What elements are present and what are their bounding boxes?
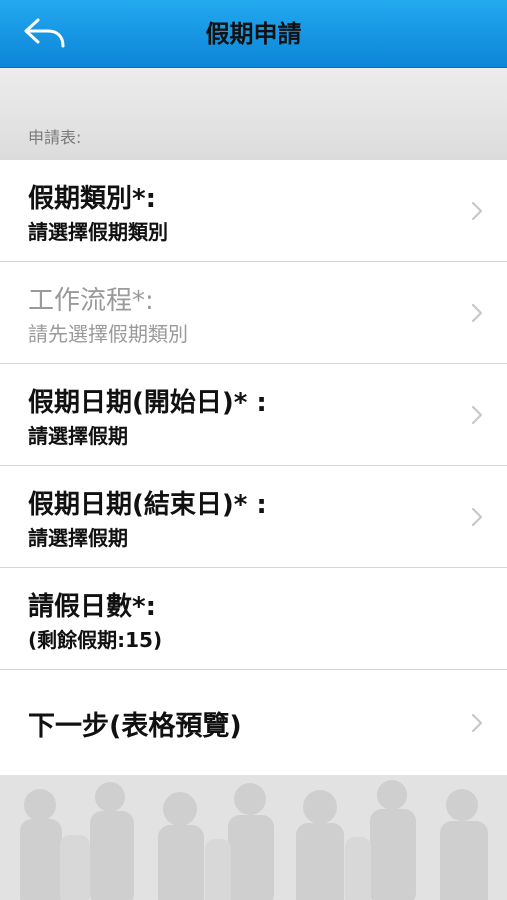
section-header: 申請表: xyxy=(0,68,507,160)
leave-type-row[interactable]: 假期類別*: 請選擇假期類別 xyxy=(0,160,507,262)
chevron-right-icon xyxy=(471,303,483,322)
end-date-value: 請選擇假期 xyxy=(28,526,128,550)
start-date-row[interactable]: 假期日期(開始日)* : 請選擇假期 xyxy=(0,364,507,466)
workflow-row[interactable]: 工作流程*: 請先選擇假期類別 xyxy=(0,262,507,364)
chevron-right-icon xyxy=(471,201,483,220)
workflow-value: 請先選擇假期類別 xyxy=(28,322,188,346)
next-step-label: 下一步(表格預覽) xyxy=(28,711,242,742)
section-label: 申請表: xyxy=(28,128,82,147)
end-date-row[interactable]: 假期日期(結束日)* : 請選擇假期 xyxy=(0,466,507,568)
leave-days-label: 請假日數*: xyxy=(28,592,156,622)
next-step-row[interactable]: 下一步(表格預覽) xyxy=(0,670,507,775)
footer-background xyxy=(0,775,507,900)
chevron-right-icon xyxy=(471,405,483,424)
leave-type-value: 請選擇假期類別 xyxy=(28,220,168,244)
chevron-right-icon xyxy=(471,507,483,526)
remaining-leave-value: (剩餘假期:15) xyxy=(28,628,163,652)
end-date-label: 假期日期(結束日)* : xyxy=(28,490,267,520)
leave-days-row[interactable]: 請假日數*: (剩餘假期:15) xyxy=(0,568,507,670)
start-date-value: 請選擇假期 xyxy=(28,424,128,448)
page-title: 假期申請 xyxy=(205,20,302,48)
app-header: 假期申請 xyxy=(0,0,507,68)
form-list: 假期類別*: 請選擇假期類別 工作流程*: 請先選擇假期類別 假期日期(開始日)… xyxy=(0,160,507,775)
leave-type-label: 假期類別*: xyxy=(28,184,156,214)
workflow-label: 工作流程*: xyxy=(28,286,154,316)
chevron-right-icon xyxy=(471,713,483,732)
people-silhouette-image xyxy=(0,775,507,900)
start-date-label: 假期日期(開始日)* : xyxy=(28,388,267,418)
